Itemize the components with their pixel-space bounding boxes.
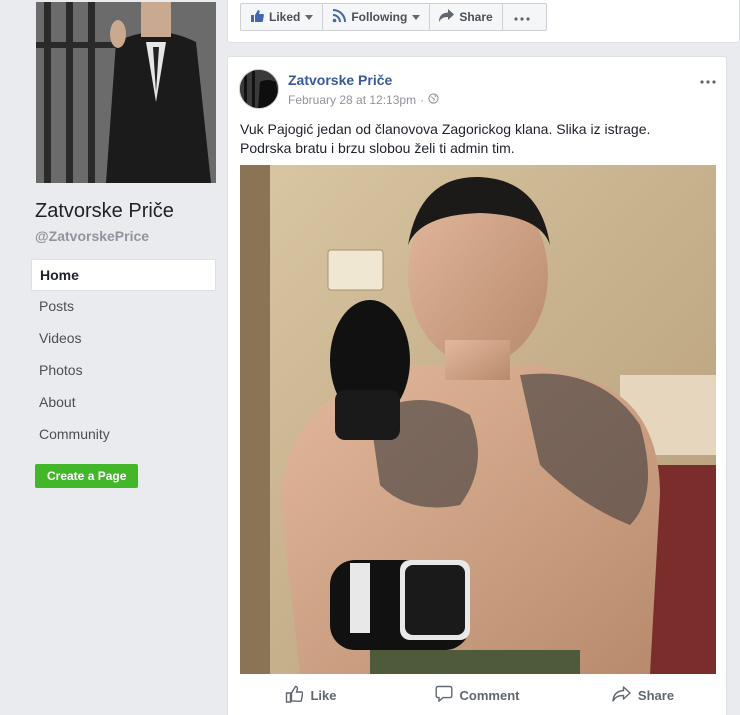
post-author[interactable]: Zatvorske Priče: [288, 72, 392, 88]
post-photo[interactable]: [240, 165, 716, 674]
thumbs-up-icon: [250, 9, 269, 26]
post-options-icon[interactable]: [700, 71, 716, 89]
liked-label: Liked: [269, 10, 301, 24]
post-meta: February 28 at 12:13pm ·: [288, 93, 439, 107]
post-text-line: Podrska bratu i brzu slobou želi ti admi…: [240, 140, 515, 156]
nav-item-home[interactable]: Home: [31, 259, 216, 291]
globe-icon: [428, 93, 439, 107]
author-avatar[interactable]: [239, 69, 279, 109]
post-action-bar: Like Comment Share: [228, 677, 726, 713]
thumbs-up-icon: [285, 685, 310, 706]
more-button[interactable]: [501, 3, 547, 31]
post-card: Zatvorske Priče February 28 at 12:13pm ·…: [227, 56, 727, 715]
post-text-line: Vuk Pajogić jedan od članovova Zagoricko…: [240, 121, 651, 137]
post-text: Vuk Pajogić jedan od članovova Zagoricko…: [240, 120, 710, 158]
share-arrow-icon: [612, 685, 638, 705]
like-label: Like: [310, 687, 337, 703]
page-name[interactable]: Zatvorske Priče: [35, 200, 174, 223]
separator-dot: ·: [420, 93, 425, 107]
share-button[interactable]: Share: [560, 677, 726, 713]
page-nav: Home Posts Videos Photos About Community: [31, 259, 216, 451]
share-label: Share: [459, 10, 493, 24]
nav-item-community[interactable]: Community: [31, 419, 216, 451]
liked-button[interactable]: Liked: [240, 3, 324, 31]
following-button[interactable]: Following: [322, 3, 431, 31]
left-column: Zatvorske Priče @ZatvorskePrice Home Pos…: [0, 0, 226, 715]
page-handle[interactable]: @ZatvorskePrice: [35, 228, 149, 244]
profile-photo[interactable]: [36, 2, 216, 183]
action-button-group: Liked Following Share: [240, 3, 547, 31]
chevron-down-icon: [412, 14, 421, 20]
create-page-button[interactable]: Create a Page: [35, 464, 139, 488]
like-button[interactable]: Like: [228, 677, 394, 713]
more-dots-icon: [514, 10, 535, 24]
nav-item-about[interactable]: About: [31, 387, 216, 419]
share-page-button[interactable]: Share: [429, 3, 503, 31]
share-arrow-icon: [439, 9, 459, 25]
chevron-down-icon: [305, 14, 314, 20]
nav-item-videos[interactable]: Videos: [31, 323, 216, 355]
nav-item-posts[interactable]: Posts: [31, 291, 216, 323]
post-timestamp[interactable]: February 28 at 12:13pm: [288, 93, 416, 107]
page-action-bar: Liked Following Share: [227, 0, 740, 43]
following-label: Following: [351, 10, 408, 24]
rss-icon: [332, 8, 351, 26]
comment-button[interactable]: Comment: [394, 677, 560, 713]
comment-label: Comment: [459, 687, 520, 703]
comment-icon: [435, 685, 460, 705]
share-label: Share: [637, 687, 675, 703]
nav-item-photos[interactable]: Photos: [31, 355, 216, 387]
